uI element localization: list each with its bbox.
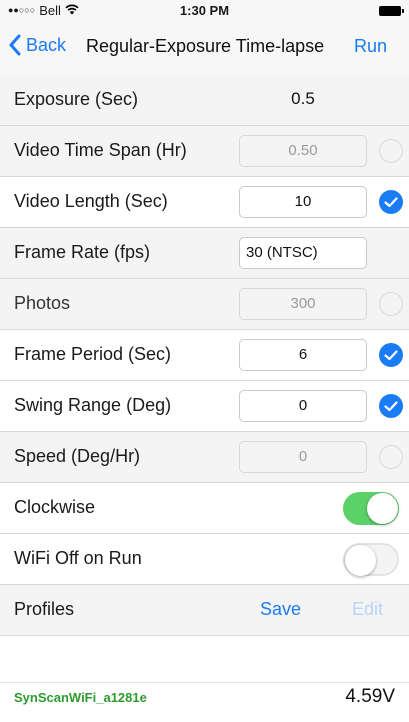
exposure-label: Exposure (Sec) [14,89,139,109]
frame-period-field[interactable]: 6 [239,339,367,371]
video-length-label: Video Length (Sec) [14,191,168,211]
swing-range-field[interactable]: 0 [239,390,367,422]
frame-period-radio[interactable] [379,343,403,367]
frame-period-label: Frame Period (Sec) [14,344,172,364]
row-wifi-off: WiFi Off on Run [0,534,409,585]
checkmark-icon [384,401,398,412]
row-speed: Speed (Deg/Hr) 0 [0,432,409,483]
swing-range-label: Swing Range (Deg) [14,395,172,415]
navigation-bar: Back Regular-Exposure Time-lapse Run [0,22,409,76]
frame-rate-select[interactable]: 30 (NTSC) [239,237,367,269]
save-button[interactable]: Save [260,599,301,620]
clockwise-toggle[interactable] [343,492,399,525]
back-label: Back [26,34,67,55]
row-video-time-span: Video Time Span (Hr) 0.50 [0,126,409,177]
toggle-knob [367,493,398,524]
row-video-length: Video Length (Sec) 10 [0,177,409,228]
swing-range-radio[interactable] [379,394,403,418]
photos-field[interactable]: 300 [239,288,367,320]
video-time-span-field[interactable]: 0.50 [239,135,367,167]
profiles-label: Profiles [14,599,75,619]
video-time-span-label: Video Time Span (Hr) [14,140,187,160]
edit-button[interactable]: Edit [352,599,383,620]
battery-icon [379,6,404,16]
run-button[interactable]: Run [354,36,387,57]
status-bar: ●●○○○ Bell 1:30 PM [0,0,409,22]
wifi-off-toggle[interactable] [343,543,399,576]
back-button[interactable]: Back [8,34,66,56]
speed-field[interactable]: 0 [239,441,367,473]
photos-radio[interactable] [379,292,403,316]
row-swing-range: Swing Range (Deg) 0 [0,381,409,432]
clockwise-label: Clockwise [14,497,96,517]
wifi-off-label: WiFi Off on Run [14,548,142,568]
status-bar-time: 1:30 PM [179,3,230,18]
toggle-knob [345,545,376,576]
video-time-span-radio[interactable] [379,139,403,163]
speed-radio[interactable] [379,445,403,469]
video-length-radio[interactable] [379,190,403,214]
video-length-field[interactable]: 10 [239,186,367,218]
checkmark-icon [384,197,398,208]
photos-label: Photos [14,293,71,313]
settings-list: Exposure (Sec) 0.5 Video Time Span (Hr) … [0,75,409,636]
exposure-value: 0.5 [291,89,315,108]
battery-voltage: 4.59V [345,686,395,707]
row-clockwise: Clockwise [0,483,409,534]
row-profiles: Profiles Save Edit [0,585,409,636]
page-title: Regular-Exposure Time-lapse [86,36,325,56]
row-frame-rate: Frame Rate (fps) 30 (NTSC) [0,228,409,279]
speed-label: Speed (Deg/Hr) [14,446,141,466]
checkmark-icon [384,350,398,361]
row-frame-period: Frame Period (Sec) 6 [0,330,409,381]
device-name: SynScanWiFi_a1281e [14,690,147,705]
row-photos: Photos 300 [0,279,409,330]
chevron-left-icon [9,34,21,56]
frame-rate-label: Frame Rate (fps) [14,242,151,262]
row-exposure: Exposure (Sec) 0.5 [0,75,409,126]
footer-divider [0,682,409,683]
